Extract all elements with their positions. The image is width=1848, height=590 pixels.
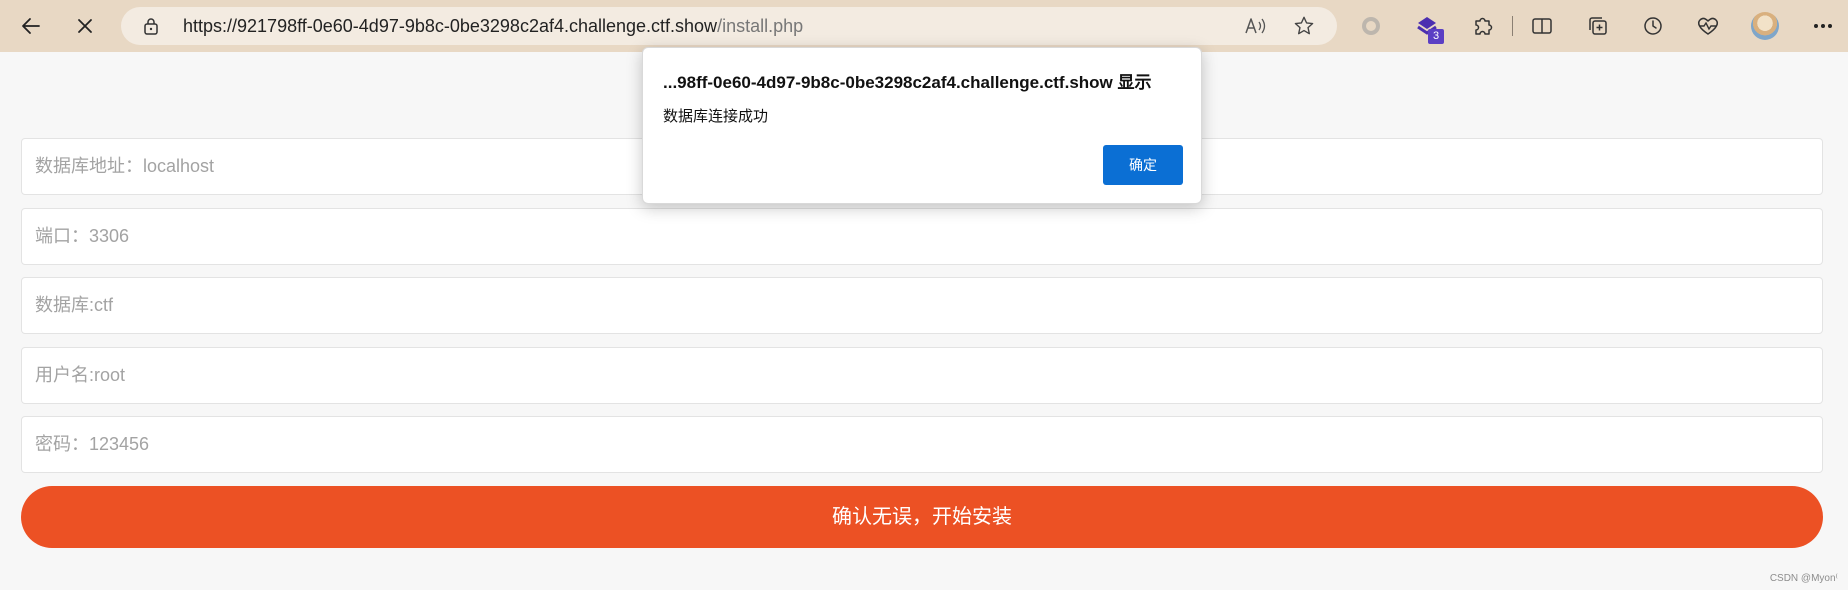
read-aloud-icon[interactable] [1244, 16, 1266, 36]
port-input[interactable]: 端口：3306 [21, 208, 1823, 265]
stop-button[interactable] [67, 8, 103, 44]
lock-icon[interactable] [143, 17, 159, 35]
dialog-message: 数据库连接成功 [663, 108, 769, 125]
arrow-left-icon [22, 18, 40, 34]
heartbeat-icon[interactable] [1694, 12, 1722, 40]
puzzle-icon[interactable] [1469, 12, 1497, 40]
password-input[interactable]: 密码：123456 [21, 416, 1823, 473]
url-path: /install.php [717, 16, 804, 36]
db-name-input[interactable]: 数据库:ctf [21, 277, 1823, 334]
collections-icon[interactable] [1584, 12, 1612, 40]
browser-toolbar: https://921798ff-0e60-4d97-9b8c-0be3298c… [0, 0, 1848, 52]
extension-badge: 3 [1428, 29, 1444, 44]
dialog-title: ...98ff-0e60-4d97-9b8c-0be3298c2af4.chal… [663, 73, 1152, 92]
toolbar-divider [1512, 16, 1513, 36]
url-text[interactable]: https://921798ff-0e60-4d97-9b8c-0be3298c… [183, 7, 803, 45]
dialog-ok-button[interactable]: 确定 [1103, 145, 1183, 185]
star-icon[interactable] [1293, 15, 1315, 37]
back-button[interactable] [13, 8, 49, 44]
url-host: https://921798ff-0e60-4d97-9b8c-0be3298c… [183, 16, 718, 36]
more-icon[interactable] [1809, 12, 1837, 40]
watermark: CSDN @Myon⁽ [1769, 573, 1838, 584]
alert-dialog: ...98ff-0e60-4d97-9b8c-0be3298c2af4.chal… [642, 47, 1202, 204]
split-screen-icon[interactable] [1528, 12, 1556, 40]
close-icon [78, 19, 92, 33]
username-input[interactable]: 用户名:root [21, 347, 1823, 404]
avatar[interactable] [1751, 12, 1779, 40]
circle-extension-icon[interactable] [1357, 12, 1385, 40]
history-icon[interactable] [1639, 12, 1667, 40]
address-bar[interactable]: https://921798ff-0e60-4d97-9b8c-0be3298c… [121, 7, 1337, 45]
start-install-button[interactable]: 确认无误，开始安装 [21, 486, 1823, 548]
